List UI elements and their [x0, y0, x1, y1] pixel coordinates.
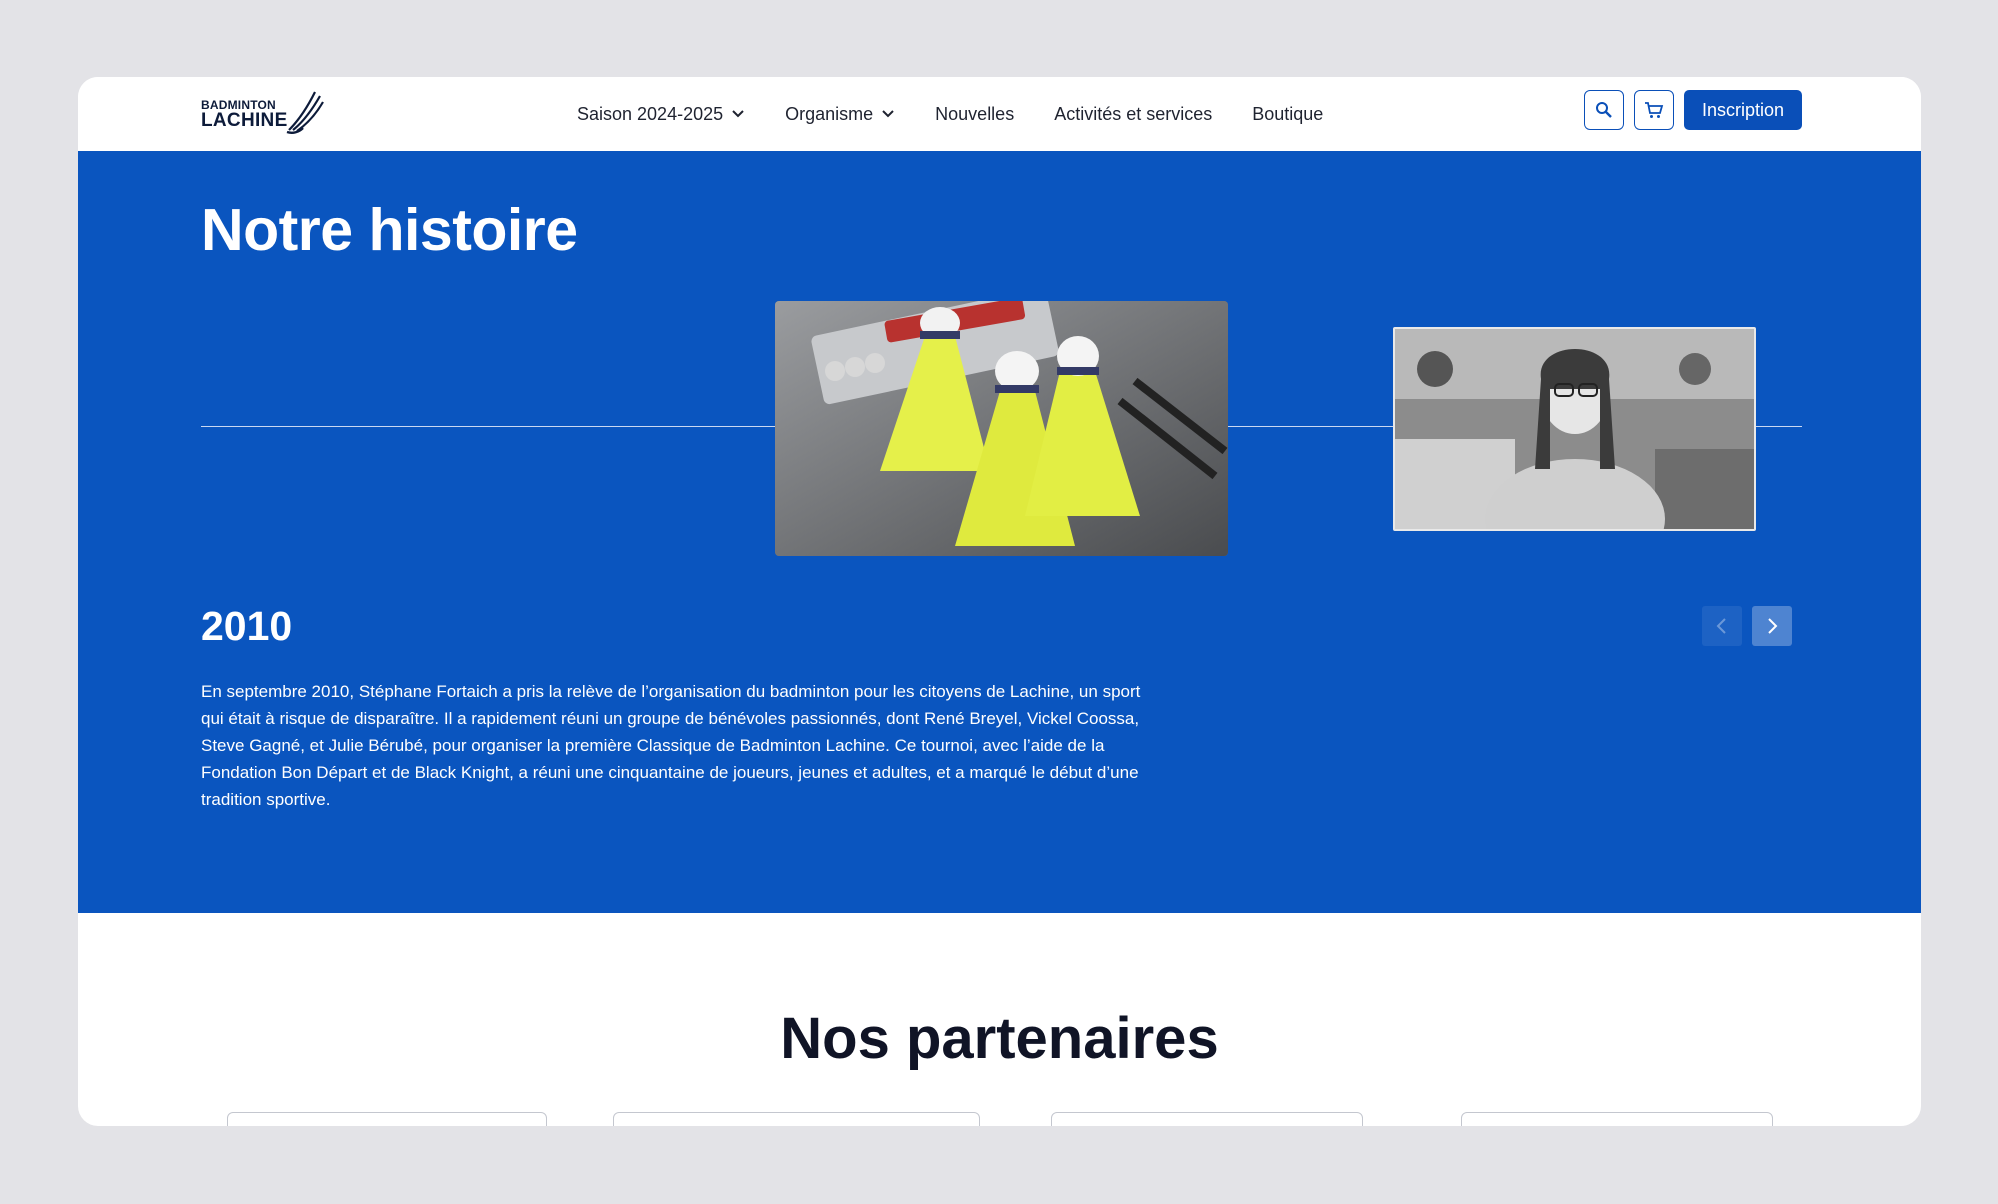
main-nav: Saison 2024-2025 Organisme Nouvelles Act…	[577, 77, 1363, 151]
partner-card[interactable]	[1461, 1112, 1773, 1126]
carousel-next-button[interactable]	[1752, 606, 1792, 646]
nav-item-label: Organisme	[785, 103, 874, 124]
carousel-prev-button[interactable]	[1702, 606, 1742, 646]
timeline-description: En septembre 2010, Stéphane Fortaich a p…	[201, 682, 1141, 809]
page-frame: BADMINTON LACHINE Saison 2024-2025 Organ…	[78, 77, 1921, 1126]
shuttlecock-wing-icon	[286, 91, 324, 134]
partner-card[interactable]	[1051, 1112, 1363, 1126]
site-header: BADMINTON LACHINE Saison 2024-2025 Organ…	[78, 77, 1921, 151]
cart-button[interactable]	[1634, 90, 1674, 130]
girl-portrait-photo	[1393, 327, 1756, 531]
nav-item-label: Nouvelles	[935, 103, 1015, 124]
nav-item-boutique[interactable]: Boutique	[1252, 104, 1323, 125]
nav-item-label: Saison 2024-2025	[577, 103, 724, 124]
section-title: Notre histoire	[201, 197, 578, 263]
nav-item-saison[interactable]: Saison 2024-2025	[577, 104, 745, 125]
logo[interactable]: BADMINTON LACHINE	[201, 90, 325, 136]
timeline-year: 2010	[201, 603, 293, 649]
nav-item-nouvelles[interactable]: Nouvelles	[935, 104, 1014, 125]
logo-text-bottom: LACHINE	[201, 110, 288, 131]
chevron-right-icon	[1768, 618, 1778, 634]
shuttlecocks-image	[775, 301, 1228, 556]
nav-item-label: Boutique	[1252, 103, 1324, 124]
history-section: Notre histoire 2010 En septembre 2010, S…	[78, 151, 1921, 913]
nav-item-organisme[interactable]: Organisme	[785, 104, 895, 125]
chevron-down-icon	[732, 110, 744, 118]
nav-item-activites[interactable]: Activités et services	[1054, 104, 1212, 125]
header-actions: Inscription	[1584, 90, 1802, 130]
nav-item-label: Activités et services	[1054, 103, 1213, 124]
inscription-button[interactable]: Inscription	[1684, 90, 1802, 130]
shuttlecocks-photo	[775, 301, 1228, 556]
chevron-left-icon	[1716, 618, 1726, 634]
partner-card[interactable]	[613, 1112, 980, 1126]
partners-title: Nos partenaires	[780, 1006, 1219, 1071]
partner-card[interactable]	[227, 1112, 547, 1126]
search-button[interactable]	[1584, 90, 1624, 130]
chevron-down-icon	[882, 110, 894, 118]
portrait-image	[1395, 329, 1754, 529]
search-icon	[1596, 102, 1612, 118]
cart-icon	[1645, 102, 1664, 118]
